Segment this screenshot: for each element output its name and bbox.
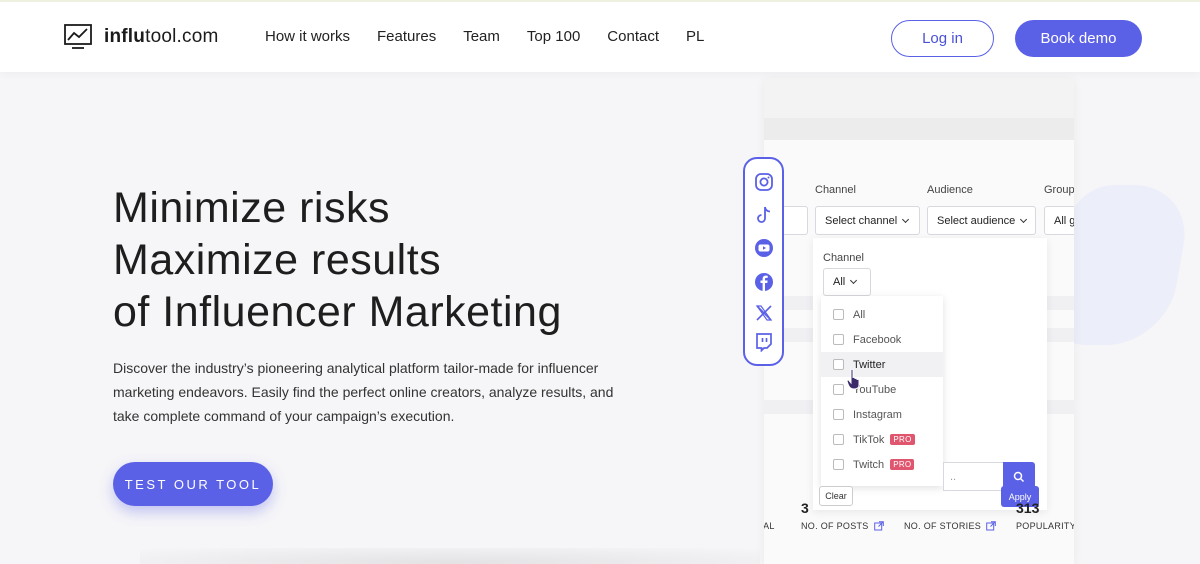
dropdown-channel-label: Channel — [823, 252, 864, 264]
twitch-icon[interactable] — [754, 332, 774, 352]
hand-cursor-icon — [846, 368, 860, 390]
checkbox[interactable] — [833, 334, 844, 345]
checkbox[interactable] — [833, 459, 844, 470]
option-twitter[interactable]: Twitter — [821, 352, 943, 377]
search-input[interactable]: .. — [943, 462, 1003, 491]
group-select[interactable]: All g — [1044, 206, 1074, 235]
option-tiktok[interactable]: TikTok PRO — [821, 427, 943, 452]
tiktok-icon[interactable] — [754, 205, 774, 225]
site-header: influtool.com How it works Features Team… — [0, 0, 1200, 72]
audience-label: Audience — [927, 184, 973, 196]
checkbox[interactable] — [833, 409, 844, 420]
youtube-icon[interactable] — [754, 238, 774, 258]
facebook-icon[interactable] — [754, 272, 774, 292]
nav-language-pl[interactable]: PL — [686, 28, 704, 45]
nav-contact[interactable]: Contact — [607, 28, 659, 45]
decorative-shadow — [140, 548, 760, 564]
posts-count: 3 — [801, 500, 809, 516]
book-demo-button[interactable]: Book demo — [1015, 20, 1142, 57]
search-icon — [1013, 471, 1025, 482]
channel-select[interactable]: Select channel — [815, 206, 920, 235]
app-preview-panel: Channel Audience Group Select channel Se… — [764, 78, 1074, 564]
option-youtube[interactable]: YouTube — [821, 377, 943, 402]
main-nav: How it works Features Team Top 100 Conta… — [265, 28, 731, 45]
total-label: TAL — [764, 521, 775, 531]
pro-badge: PRO — [890, 434, 915, 445]
instagram-icon[interactable] — [754, 172, 774, 192]
chevron-down-icon — [850, 276, 858, 285]
x-icon[interactable] — [754, 303, 774, 323]
option-twitch[interactable]: Twitch PRO — [821, 452, 943, 477]
logo[interactable]: influtool.com — [64, 24, 219, 50]
hero-title-line-3: of Influencer Marketing — [113, 288, 562, 336]
clear-button[interactable]: Clear — [819, 486, 853, 506]
logo-text: influtool.com — [104, 26, 219, 47]
nav-how-it-works[interactable]: How it works — [265, 28, 350, 45]
audience-select[interactable]: Select audience — [927, 206, 1036, 235]
channel-label: Channel — [815, 184, 856, 196]
nav-team[interactable]: Team — [463, 28, 500, 45]
hero-title: Minimize risks Maximize results of Influ… — [113, 182, 562, 338]
chart-logo-icon — [64, 24, 92, 49]
chevron-down-icon — [1020, 215, 1028, 223]
nav-features[interactable]: Features — [377, 28, 436, 45]
posts-label: NO. OF POSTS — [801, 521, 884, 531]
nav-top-100[interactable]: Top 100 — [527, 28, 580, 45]
option-all[interactable]: All — [821, 302, 943, 327]
stories-label: NO. OF STORIES — [904, 521, 996, 531]
panel-gray-band — [764, 118, 1074, 140]
chevron-down-icon — [902, 215, 910, 223]
option-instagram[interactable]: Instagram — [821, 402, 943, 427]
group-label: Group — [1044, 184, 1074, 196]
social-channel-bar — [743, 157, 784, 366]
dropdown-selected[interactable]: All — [823, 268, 871, 296]
login-button[interactable]: Log in — [891, 20, 994, 57]
external-link-icon[interactable] — [873, 521, 884, 531]
checkbox[interactable] — [833, 359, 844, 370]
option-facebook[interactable]: Facebook — [821, 327, 943, 352]
pro-badge: PRO — [890, 459, 915, 470]
popularity-value: 313 — [1016, 500, 1040, 516]
hero-title-line-1: Minimize risks — [113, 184, 390, 232]
external-link-icon[interactable] — [986, 521, 996, 531]
hero-description: Discover the industry’s pioneering analy… — [113, 360, 614, 424]
checkbox[interactable] — [833, 384, 844, 395]
channel-option-list: All Facebook Twitter YouTube Instagram T… — [821, 296, 943, 486]
popularity-label: POPULARITY — [1016, 521, 1074, 531]
checkbox[interactable] — [833, 434, 844, 445]
checkbox[interactable] — [833, 309, 844, 320]
test-our-tool-button[interactable]: TEST OUR TOOL — [113, 462, 273, 506]
hero-title-line-2: Maximize results — [113, 236, 442, 284]
